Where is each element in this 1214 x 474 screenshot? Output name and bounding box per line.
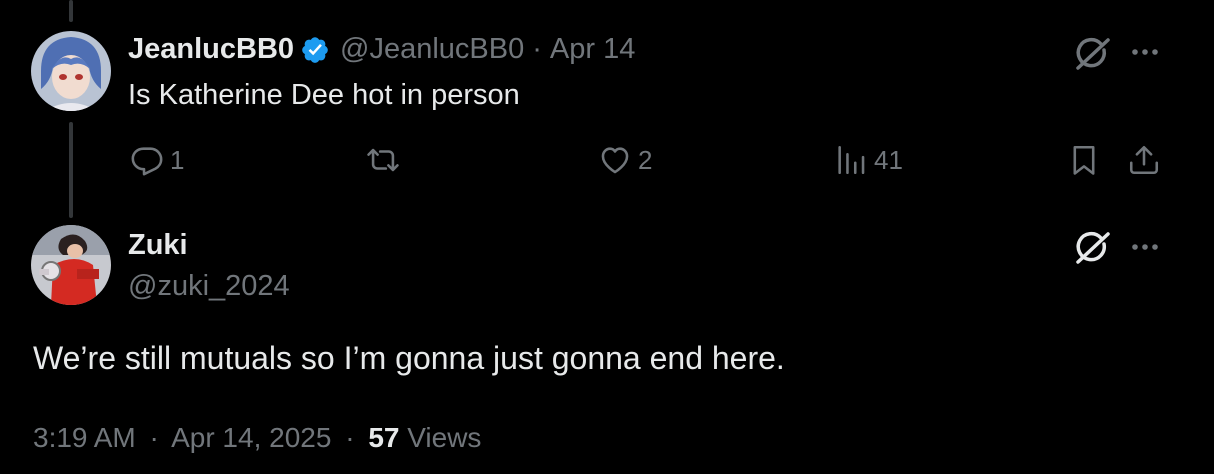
reply-handle[interactable]: @JeanlucBB0 xyxy=(340,33,524,66)
avatar-jeanlucbb0[interactable] xyxy=(31,31,111,111)
tweet-time[interactable]: 3:19 AM xyxy=(33,422,136,453)
meta-separator: · xyxy=(345,422,355,453)
avatar-zuki[interactable] xyxy=(31,225,111,305)
bookmark-button[interactable] xyxy=(1067,143,1101,177)
reply-display-name[interactable]: JeanlucBB0 xyxy=(128,33,294,66)
more-icon[interactable] xyxy=(1128,239,1162,255)
tweet-date[interactable]: Apr 14, 2025 xyxy=(171,422,331,453)
reply-icon xyxy=(131,147,163,176)
reply-button[interactable]: 1 xyxy=(130,143,184,177)
reply-separator: · xyxy=(532,33,542,65)
share-button[interactable] xyxy=(1127,143,1161,177)
thread-line-bottom xyxy=(69,122,73,218)
views-icon xyxy=(838,145,865,175)
main-handle[interactable]: @zuki_2024 xyxy=(128,270,290,303)
grok-icon[interactable] xyxy=(1074,36,1112,72)
main-display-name[interactable]: Zuki xyxy=(128,229,188,262)
verified-badge-icon xyxy=(300,35,330,65)
retweet-button[interactable] xyxy=(366,143,400,177)
views-count[interactable]: 57 xyxy=(368,422,399,453)
grok-icon[interactable] xyxy=(1074,230,1112,266)
main-text: We’re still mutuals so I’m gonna just go… xyxy=(33,340,785,376)
bookmark-icon xyxy=(1073,145,1095,175)
reply-count: 1 xyxy=(170,144,185,175)
tweet-meta: 3:19 AM · Apr 14, 2025 · 57 Views xyxy=(33,422,481,454)
share-icon xyxy=(1129,145,1159,175)
views-label: Views xyxy=(407,422,482,453)
like-count: 2 xyxy=(638,144,653,175)
meta-separator: · xyxy=(149,422,159,453)
more-icon[interactable] xyxy=(1128,44,1162,60)
thread-line-top xyxy=(69,0,73,22)
like-button[interactable]: 2 xyxy=(598,143,652,177)
retweet-icon xyxy=(367,148,399,172)
reply-header: JeanlucBB0 @JeanlucBB0 · Apr 14 xyxy=(128,33,635,66)
reply-date[interactable]: Apr 14 xyxy=(550,33,635,66)
reply-text: Is Katherine Dee hot in person xyxy=(128,79,520,111)
like-icon xyxy=(601,147,629,174)
views-count-small: 41 xyxy=(874,144,903,175)
views-button[interactable]: 41 xyxy=(834,143,903,177)
